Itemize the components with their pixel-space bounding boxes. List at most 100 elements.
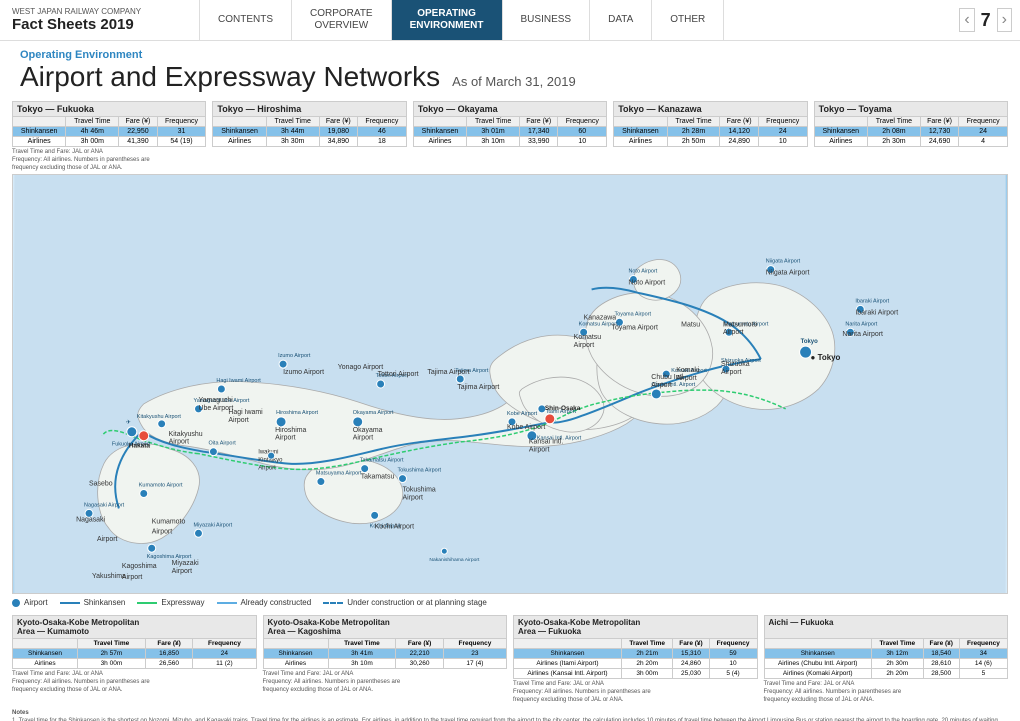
svg-text:Ube Airport: Ube Airport [198, 405, 233, 412]
svg-text:● Tokyo: ● Tokyo [811, 354, 841, 363]
prev-page-button[interactable]: ‹ [959, 8, 974, 32]
bottom-note-1: Travel Time and Fare: JAL or ANAFrequenc… [12, 671, 257, 694]
air-label-2: Airlines [213, 137, 266, 147]
shink-label-1: Shinkansen [13, 127, 66, 137]
svg-text:Kagoshima: Kagoshima [122, 564, 157, 571]
shink-time-2: 3h 44m [266, 127, 319, 137]
svg-text:Airport: Airport [275, 435, 296, 442]
svg-text:Airport: Airport [353, 435, 374, 442]
legend-airport-label: Airport [24, 598, 48, 607]
tab-data[interactable]: DATA [590, 0, 652, 40]
svg-text:Yakushima: Yakushima [92, 573, 126, 580]
th-fare-5: Fare (¥) [920, 117, 958, 127]
svg-text:Ibaraki Airport: Ibaraki Airport [855, 310, 898, 317]
th-type-2 [213, 117, 266, 127]
svg-text:Hiroshima Airport: Hiroshima Airport [276, 410, 318, 416]
notes-title: Notes [12, 710, 29, 716]
table-kansai-fukuoka: Kyoto-Osaka-Kobe Metropolitan Area ― Fuk… [513, 615, 758, 704]
shink-time-1: 4h 46m [66, 127, 119, 137]
svg-text:Narita Airport: Narita Airport [845, 322, 877, 328]
svg-text:Miyazaki: Miyazaki [172, 561, 200, 568]
svg-text:Kumamoto: Kumamoto [152, 519, 186, 526]
air-label-4: Airlines [614, 137, 667, 147]
svg-text:Toyama Airport: Toyama Airport [615, 312, 652, 318]
shink-time-4: 2h 28m [667, 127, 720, 137]
map-area: ✈ Fukuoka Airport Kitakyushu Airport Nag… [12, 174, 1008, 594]
shink-fare-5: 12,730 [920, 127, 958, 137]
svg-text:Airport: Airport [723, 330, 744, 337]
svg-text:Airport: Airport [721, 369, 742, 376]
tab-contents[interactable]: CONTENTS [200, 0, 292, 40]
shink-freq-1: 31 [157, 127, 206, 137]
svg-text:Nagasaki Airport: Nagasaki Airport [84, 503, 125, 509]
shink-time-5: 2h 08m [867, 127, 920, 137]
table-kansai-kumamoto: Kyoto-Osaka-Kobe Metropolitan Area ― Kum… [12, 615, 257, 704]
th-time-1: Travel Time [66, 117, 119, 127]
constructed-line-icon [217, 602, 237, 604]
legend-constructed: Already constructed [217, 598, 312, 607]
air-time-2: 3h 30m [266, 137, 319, 147]
air-time-1: 3h 00m [66, 137, 119, 147]
svg-text:Tottori Airport: Tottori Airport [378, 371, 419, 378]
th-type-4 [614, 117, 667, 127]
expressway-line-icon [137, 602, 157, 604]
svg-text:Hakata: Hakata [129, 443, 151, 450]
air-freq-3: 10 [558, 137, 607, 147]
route-title-3: Tokyo ― Okayama [413, 101, 607, 116]
svg-text:Takamatsu: Takamatsu [361, 474, 395, 481]
th-fare-3: Fare (¥) [520, 117, 558, 127]
svg-text:Tokushima: Tokushima [403, 487, 436, 494]
next-page-button[interactable]: › [997, 8, 1012, 32]
route-title-5: Tokyo ― Toyama [814, 101, 1008, 116]
shink-fare-3: 17,340 [520, 127, 558, 137]
air-label-5: Airlines [814, 137, 867, 147]
brand: WEST JAPAN RAILWAY COMPANY Fact Sheets 2… [0, 0, 200, 40]
tab-operating[interactable]: OPERATINGENVIRONMENT [392, 0, 503, 40]
page-number: 7 [981, 10, 991, 31]
svg-text:Noto Airport: Noto Airport [628, 280, 665, 287]
svg-text:Miyazaki Airport: Miyazaki Airport [194, 523, 233, 529]
air-fare-1: 41,390 [119, 137, 157, 147]
table-tokyo-hiroshima: Tokyo ― Hiroshima Travel Time Fare (¥) F… [212, 101, 406, 172]
svg-text:Airport: Airport [403, 495, 424, 502]
route-title-1: Tokyo ― Fukuoka [12, 101, 206, 116]
svg-text:Kumamoto Airport: Kumamoto Airport [139, 483, 183, 489]
svg-text:Nakanishihama Airport: Nakanishihama Airport [429, 558, 480, 564]
page-title-text: Airport and Expressway Networks [20, 61, 440, 93]
tab-other[interactable]: OTHER [652, 0, 724, 40]
legend-expressway-label: Expressway [161, 598, 204, 607]
bottom-route-3: Kyoto-Osaka-Kobe Metropolitan Area ― Fuk… [513, 615, 758, 638]
tab-corporate[interactable]: CORPORATEOVERVIEW [292, 0, 392, 40]
air-fare-5: 24,690 [920, 137, 958, 147]
shink-label-3: Shinkansen [413, 127, 466, 137]
svg-text:Hiroshima: Hiroshima [275, 427, 306, 434]
th-time-2: Travel Time [266, 117, 319, 127]
svg-text:Shin-Osaka: Shin-Osaka [545, 405, 581, 412]
air-fare-3: 33,990 [520, 137, 558, 147]
section-label: Operating Environment [20, 49, 1000, 61]
table-tokyo-okayama: Tokyo ― Okayama Travel Time Fare (¥) Fre… [413, 101, 607, 172]
th-freq-2: Frequency [357, 117, 406, 127]
svg-text:Kobe Airport: Kobe Airport [507, 424, 545, 431]
air-time-5: 2h 30m [867, 137, 920, 147]
th-fare-4: Fare (¥) [720, 117, 758, 127]
shink-label-4: Shinkansen [614, 127, 667, 137]
shinkansen-line-icon [60, 602, 80, 604]
tab-business[interactable]: BUSINESS [503, 0, 591, 40]
svg-text:Komatsu: Komatsu [574, 335, 602, 342]
svg-text:Tokushima Airport: Tokushima Airport [398, 468, 442, 474]
air-freq-1: 54 (19) [157, 137, 206, 147]
bottom-tables: Kyoto-Osaka-Kobe Metropolitan Area ― Kum… [0, 611, 1020, 706]
svg-text:Izumo Airport: Izumo Airport [278, 354, 311, 360]
route-title-2: Tokyo ― Hiroshima [212, 101, 406, 116]
svg-text:✈: ✈ [126, 419, 131, 426]
legend-airport: Airport [12, 598, 48, 607]
svg-text:Narita Airport: Narita Airport [842, 332, 883, 339]
svg-text:Matsuyama Airport: Matsuyama Airport [316, 471, 362, 477]
air-time-3: 3h 10m [467, 137, 520, 147]
note-1: Travel Time and Fare: JAL or ANAFrequenc… [12, 149, 206, 172]
shink-freq-2: 46 [357, 127, 406, 137]
th-type-5 [814, 117, 867, 127]
air-fare-2: 34,890 [319, 137, 357, 147]
air-freq-4: 10 [758, 137, 807, 147]
